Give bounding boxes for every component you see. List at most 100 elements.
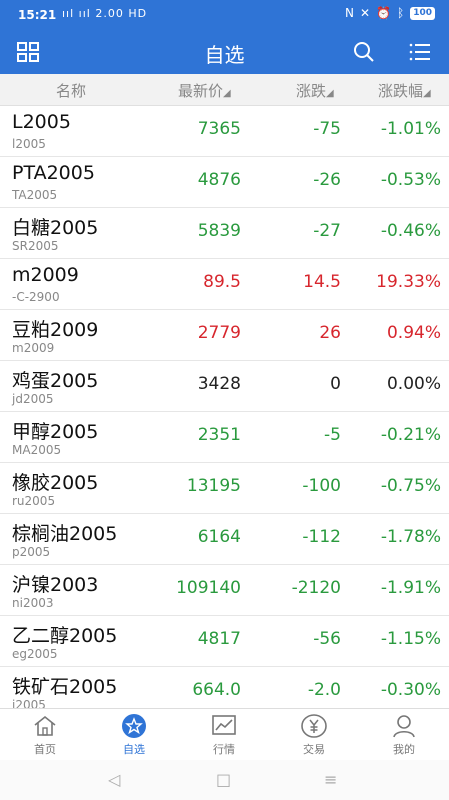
latest-price: 89.5 [203, 272, 241, 292]
contract-name: 橡胶2005 [12, 472, 99, 494]
latest-price: 6164 [197, 527, 241, 547]
table-row[interactable]: 乙二醇2005 eg2005 4817 -56 -1.15% [0, 616, 449, 667]
contract-code: m2009 [12, 341, 55, 355]
battery-icon: 100 [410, 6, 435, 20]
contract-code: MA2005 [12, 443, 62, 457]
contract-name: 鸡蛋2005 [12, 370, 99, 392]
price-change: -75 [313, 119, 341, 139]
latest-price: 2351 [197, 425, 241, 445]
contract-name: 铁矿石2005 [12, 676, 118, 698]
column-pct[interactable]: 涨跌幅◢ [378, 80, 431, 101]
change-percent: -1.78% [380, 527, 441, 547]
latest-price: 5839 [197, 221, 241, 241]
contract-name: 沪镍2003 [12, 574, 99, 596]
page-title: 自选 [204, 43, 245, 67]
contract-name: 棕榈油2005 [12, 523, 118, 545]
change-percent: -0.46% [380, 221, 441, 241]
change-percent: -1.15% [380, 629, 441, 649]
table-row[interactable]: m2009 -C-2900 89.5 14.5 19.33% [0, 259, 449, 310]
table-row[interactable]: 橡胶2005 ru2005 13195 -100 -0.75% [0, 463, 449, 514]
table-row[interactable]: PTA2005 TA2005 4876 -26 -0.53% [0, 157, 449, 208]
column-change-label: 涨跌 [296, 82, 327, 100]
recent-apps-icon[interactable]: ≡ [324, 770, 337, 789]
system-nav-bar: ◁ □ ≡ [0, 760, 449, 800]
yen-icon [301, 713, 327, 739]
contract-name: 豆粕2009 [12, 319, 99, 341]
tab-mine[interactable]: 我的 [374, 713, 434, 757]
price-change: 14.5 [303, 272, 341, 292]
table-row[interactable]: 白糖2005 SR2005 5839 -27 -0.46% [0, 208, 449, 259]
tab-market[interactable]: 行情 [194, 713, 254, 757]
column-change[interactable]: 涨跌◢ [296, 80, 334, 101]
price-change: 0 [330, 374, 341, 394]
contract-code: SR2005 [12, 239, 59, 253]
sort-icon: ◢ [326, 88, 334, 99]
change-percent: 0.00% [386, 374, 441, 394]
column-name: 名称 [56, 82, 87, 100]
table-row[interactable]: 鸡蛋2005 jd2005 3428 0 0.00% [0, 361, 449, 412]
column-pct-label: 涨跌幅 [378, 82, 424, 100]
status-right: N ✕ ⏰ ᛒ 100 [345, 6, 435, 20]
app-bar: 自选 [0, 30, 449, 74]
tab-home[interactable]: 首页 [15, 713, 75, 757]
latest-price: 13195 [186, 476, 241, 496]
contract-code: l2005 [12, 137, 46, 151]
contract-code: eg2005 [12, 647, 58, 661]
latest-price: 4817 [197, 629, 241, 649]
price-change: -5 [324, 425, 341, 445]
list-menu-icon[interactable] [408, 40, 432, 64]
contract-name: L2005 [12, 111, 71, 133]
price-change: 26 [319, 323, 341, 343]
column-price[interactable]: 最新价◢ [178, 80, 231, 101]
change-percent: -0.75% [380, 476, 441, 496]
table-row[interactable]: 沪镍2003 ni2003 109140 -2120 -1.91% [0, 565, 449, 616]
user-icon [391, 713, 417, 739]
price-change: -27 [313, 221, 341, 241]
change-percent: -0.21% [380, 425, 441, 445]
table-row[interactable]: 棕榈油2005 p2005 6164 -112 -1.78% [0, 514, 449, 565]
change-percent: -1.01% [380, 119, 441, 139]
bluetooth-icon: ᛒ [397, 6, 405, 20]
contract-name: m2009 [12, 264, 79, 286]
back-icon[interactable]: ◁ [108, 770, 120, 789]
latest-price: 2779 [197, 323, 241, 343]
tab-trade-label: 交易 [303, 743, 325, 756]
table-row[interactable]: L2005 l2005 7365 -75 -1.01% [0, 106, 449, 157]
price-change: -112 [302, 527, 341, 547]
change-percent: 0.94% [386, 323, 441, 343]
contract-code: ru2005 [12, 494, 56, 508]
price-change: -56 [313, 629, 341, 649]
search-icon[interactable] [352, 40, 376, 64]
home-icon [32, 713, 58, 739]
column-header: 名称 最新价◢ 涨跌◢ 涨跌幅◢ [0, 74, 449, 106]
change-percent: -0.53% [380, 170, 441, 190]
star-icon [121, 713, 147, 739]
tab-trade[interactable]: 交易 [284, 713, 344, 757]
tab-market-label: 行情 [213, 743, 235, 756]
tab-watchlist[interactable]: 自选 [104, 713, 164, 757]
contract-code: ni2003 [12, 596, 54, 610]
change-percent: -1.91% [380, 578, 441, 598]
tab-home-label: 首页 [34, 743, 56, 756]
chart-icon [211, 713, 237, 739]
change-percent: -0.30% [380, 680, 441, 700]
latest-price: 109140 [176, 578, 241, 598]
bottom-tab-bar: 首页 自选 行情 交易 我的 [0, 708, 449, 761]
contract-code: p2005 [12, 545, 51, 559]
change-percent: 19.33% [376, 272, 441, 292]
signal-indicators: ııl ııl 2.00 HD [62, 7, 148, 20]
table-row[interactable]: 豆粕2009 m2009 2779 26 0.94% [0, 310, 449, 361]
table-row[interactable]: 甲醇2005 MA2005 2351 -5 -0.21% [0, 412, 449, 463]
contract-code: jd2005 [12, 392, 54, 406]
tab-mine-label: 我的 [393, 743, 415, 756]
latest-price: 664.0 [192, 680, 241, 700]
latest-price: 3428 [197, 374, 241, 394]
status-time: 15:21 [18, 8, 57, 22]
sort-icon: ◢ [423, 88, 431, 99]
price-change: -26 [313, 170, 341, 190]
price-change: -100 [302, 476, 341, 496]
home-nav-icon[interactable]: □ [216, 770, 231, 789]
column-price-label: 最新价 [178, 82, 224, 100]
nfc-icon: N [345, 6, 354, 20]
contract-name: 乙二醇2005 [12, 625, 118, 647]
